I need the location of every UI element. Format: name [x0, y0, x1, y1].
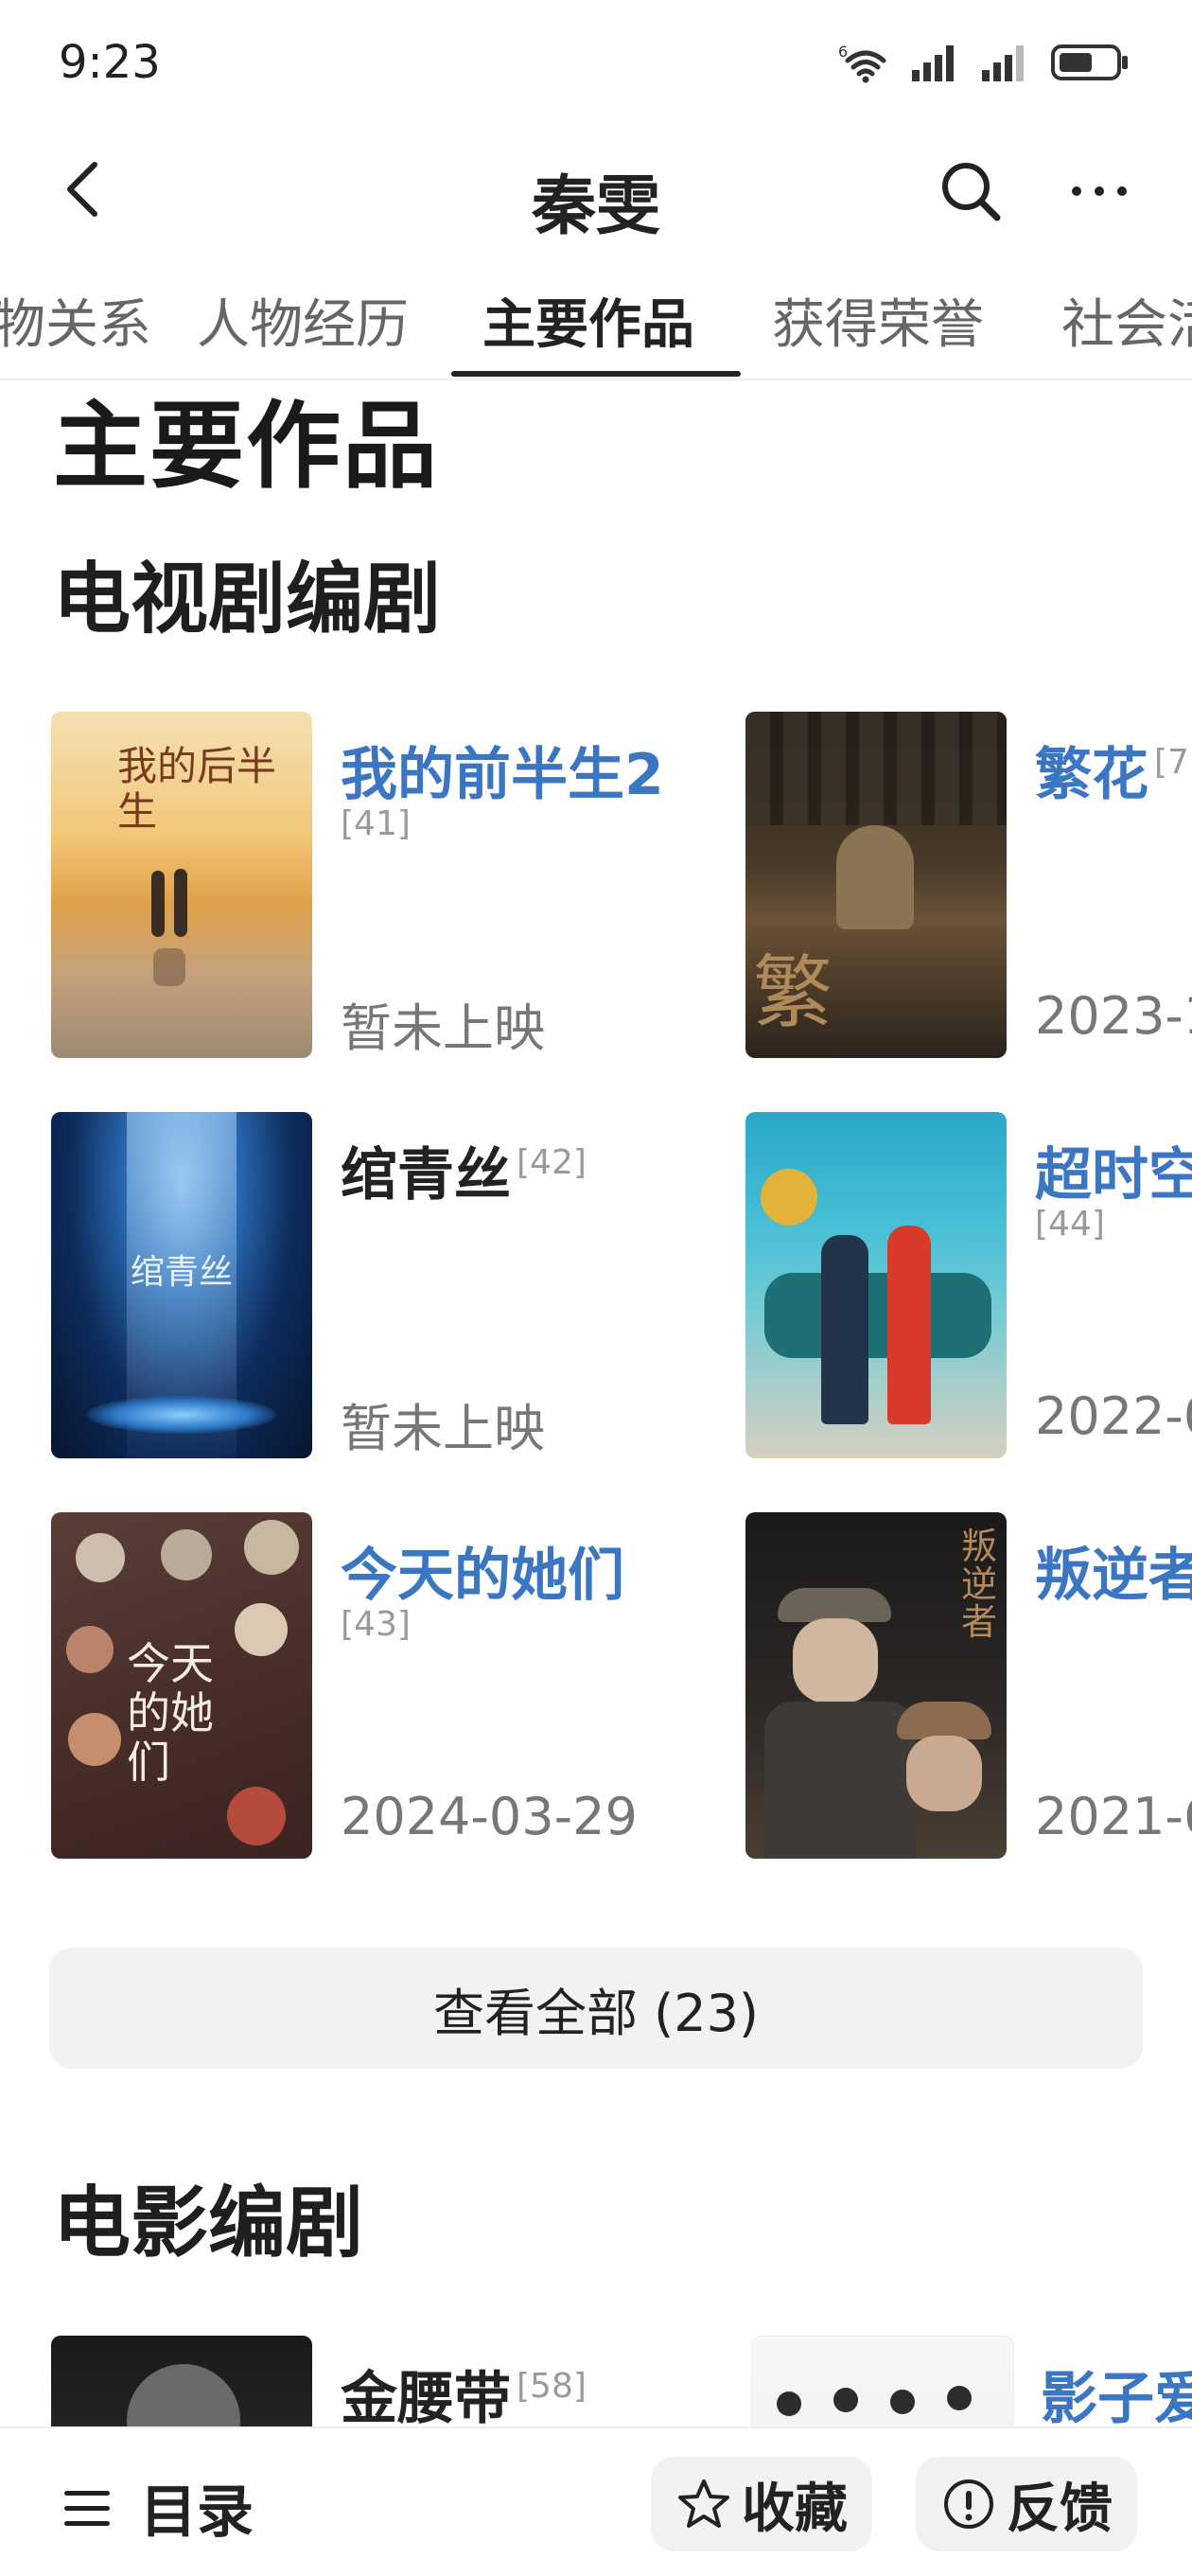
work-ref[interactable]: [7 [1154, 743, 1189, 782]
work-title[interactable]: 繁花 [7 [1035, 729, 1189, 811]
work-title[interactable]: 影子爱 [1041, 2353, 1192, 2426]
work-date: 暂未上映 [341, 1399, 545, 1458]
menu-icon [64, 2490, 110, 2526]
work-title[interactable]: 金腰带 [58] [341, 2353, 587, 2426]
work-ref[interactable]: [58] [517, 2367, 587, 2406]
top-nav: 秦雯 [0, 132, 1192, 246]
work-date: 2024-03-29 [341, 1787, 638, 1846]
battery-icon [1051, 44, 1128, 80]
poster-image: 繁花 [745, 712, 1007, 1058]
work-title-text[interactable]: 繁花 [1035, 742, 1148, 808]
favorite-button[interactable]: 收藏 [651, 2457, 872, 2551]
poster-image: 绾青丝 [51, 1112, 312, 1458]
work-ref[interactable]: [42] [517, 1143, 587, 1182]
bottom-bar: 目录 收藏 反馈 [0, 2426, 1192, 2576]
alert-circle-icon [944, 2479, 993, 2529]
page-title: 秦雯 [531, 169, 660, 244]
status-icons: 6 [838, 42, 1130, 83]
work-card[interactable]: 影子爱 [751, 2336, 1192, 2426]
poster-image [745, 1112, 1007, 1458]
work-card[interactable]: 绾青丝 绾青丝 [42] 暂未上映 [51, 1112, 732, 1462]
status-time: 9:23 [59, 36, 161, 89]
work-card[interactable]: 我的后半生 我的前半生2 [41] 暂未上映 [51, 712, 732, 1062]
section-title: 主要作品 [53, 391, 439, 502]
work-date: 暂未上映 [341, 998, 545, 1058]
work-ref[interactable]: [43] [341, 1605, 411, 1644]
feedback-button[interactable]: 反馈 [916, 2457, 1137, 2551]
work-title-text[interactable]: 绾青丝 [341, 1142, 511, 1209]
poster-title: 今天的她们 [127, 1638, 214, 1788]
poster-title: 叛逆者 [961, 1526, 998, 1643]
work-title[interactable]: 绾青丝 [42] [341, 1129, 587, 1211]
work-date: 2023-1 [1035, 986, 1192, 1046]
feedback-label: 反馈 [1007, 2478, 1113, 2540]
work-title-text[interactable]: 金腰带 [341, 2366, 511, 2426]
work-ref[interactable]: [44] [1035, 1205, 1105, 1244]
toc-button[interactable]: 目录 [61, 2466, 254, 2549]
tab-social[interactable]: 社会活 [1061, 282, 1192, 359]
search-button[interactable] [937, 157, 1005, 225]
more-button[interactable] [1065, 157, 1133, 225]
section-tabs: 物关系 人物经历 主要作品 获得荣誉 社会活 [0, 256, 1192, 380]
work-card[interactable]: 金腰带 [58] [51, 2336, 732, 2426]
work-card[interactable]: 叛逆者 叛逆者 2021-6 [745, 1512, 1192, 1862]
work-title[interactable]: 超时空 [1035, 1129, 1192, 1211]
more-dots-icon [1072, 186, 1127, 196]
toc-label: 目录 [140, 2479, 254, 2546]
search-icon [942, 163, 1001, 221]
work-card[interactable]: 超时空 [44] 2022-0 [745, 1112, 1192, 1462]
film-heading: 电影编剧 [53, 2179, 364, 2268]
work-card[interactable]: 繁花 繁花[7 2023-1 [745, 712, 1192, 1062]
star-icon [678, 2479, 729, 2528]
work-ref[interactable]: [41] [341, 804, 411, 843]
work-date: 2022-0 [1035, 1386, 1192, 1446]
work-title[interactable]: 今天的她们 [341, 1529, 624, 1612]
poster-image [751, 2336, 1014, 2426]
poster-title: 繁花 [753, 946, 890, 1039]
poster-image: 叛逆者 [745, 1512, 1007, 1859]
view-all-button[interactable]: 查看全部 (23) [49, 1948, 1143, 2069]
work-card[interactable]: 今天的她们 今天的她们 [43] 2024-03-29 [51, 1512, 732, 1862]
status-bar: 9:23 6 [0, 0, 1192, 132]
poster-image: 今天的她们 [51, 1512, 312, 1859]
work-date: 2021-6 [1035, 1787, 1192, 1846]
signal-icon-2 [982, 45, 1024, 81]
work-title[interactable]: 叛逆者 [1035, 1529, 1192, 1612]
signal-icon [912, 45, 954, 81]
poster-image [51, 2336, 312, 2426]
tab-active-indicator [451, 371, 741, 377]
work-title[interactable]: 我的前半生2 [341, 729, 664, 811]
favorite-label: 收藏 [742, 2478, 848, 2540]
tab-experience[interactable]: 人物经历 [197, 282, 409, 359]
tab-honors[interactable]: 获得荣誉 [772, 282, 984, 359]
wifi-icon: 6 [838, 43, 886, 83]
tab-works[interactable]: 主要作品 [482, 282, 694, 359]
poster-title: 绾青丝 [130, 1253, 233, 1292]
tv-heading: 电视剧编剧 [53, 555, 442, 644]
poster-title: 我的后半生 [117, 743, 277, 835]
tab-relations[interactable]: 物关系 [0, 282, 151, 359]
poster-image: 我的后半生 [51, 712, 312, 1058]
network-label: 6 [838, 43, 848, 61]
